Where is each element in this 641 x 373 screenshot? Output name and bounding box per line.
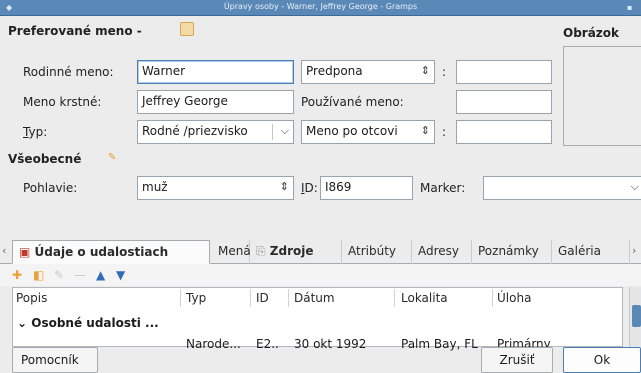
nickname-input[interactable] bbox=[456, 90, 552, 114]
spin-arrows-icon: ⇕ bbox=[420, 64, 430, 77]
col-header-popis[interactable]: Popis bbox=[16, 288, 47, 308]
col-header-datum[interactable]: Dátum bbox=[294, 288, 335, 308]
tab-events[interactable]: ▣ Údaje o udalostiach bbox=[12, 240, 210, 264]
surname-label: Rodinné meno: bbox=[23, 65, 114, 79]
type-label: Typ: bbox=[23, 125, 48, 139]
origin-colon: : bbox=[442, 125, 447, 139]
tab-scroll-left-icon[interactable]: ‹ bbox=[2, 244, 6, 257]
col-header-typ[interactable]: Typ bbox=[186, 288, 206, 308]
preferred-name-heading: Preferované meno - bbox=[8, 24, 142, 38]
share-icon[interactable]: ◧ bbox=[33, 268, 44, 282]
ok-button[interactable]: Ok bbox=[563, 347, 641, 373]
tab-sources[interactable]: ⎘ Zdroje bbox=[250, 240, 342, 264]
tab-attributes[interactable]: Atribúty bbox=[342, 240, 412, 264]
origin-value: Meno po otcovi bbox=[306, 124, 398, 138]
gender-value: muž bbox=[142, 180, 168, 194]
marker-label: Marker: bbox=[420, 181, 466, 195]
name-type-combo[interactable]: Rodné /priezvisko ⌵ bbox=[137, 120, 294, 144]
origin-combo[interactable]: Meno po otcovi ⇕ bbox=[301, 120, 435, 144]
spin-arrows-icon: ⇕ bbox=[279, 180, 289, 193]
help-button[interactable]: Pomocník bbox=[12, 347, 98, 373]
group-row[interactable]: ⌄ Osobné udalosti ... bbox=[17, 316, 159, 330]
tab-names[interactable]: Mená bbox=[212, 240, 251, 264]
tab-gallery-label: Galéria bbox=[558, 244, 601, 258]
id-input[interactable]: I869 bbox=[320, 176, 413, 200]
id-label: ID: bbox=[301, 181, 318, 195]
surname-input[interactable]: Warner bbox=[137, 60, 294, 84]
given-name-label: Meno krstné: bbox=[23, 95, 102, 109]
prefix-placeholder: Predpona bbox=[306, 64, 363, 78]
gender-label: Pohlavie: bbox=[23, 181, 78, 195]
photo-frame[interactable] bbox=[563, 46, 641, 146]
move-up-icon[interactable]: ▲ bbox=[96, 268, 105, 282]
cancel-button[interactable]: Zrušiť bbox=[481, 347, 553, 373]
chevron-down-icon: ⌵ bbox=[280, 124, 289, 137]
tab-gallery[interactable]: Galéria bbox=[552, 240, 630, 264]
gender-combo[interactable]: muž ⇕ bbox=[137, 176, 294, 200]
nickname-label: Používané meno: bbox=[301, 95, 404, 109]
remove-icon[interactable]: — bbox=[74, 268, 86, 282]
source-icon: ⎘ bbox=[256, 244, 266, 258]
prefix-input[interactable] bbox=[456, 60, 552, 84]
tab-notes[interactable]: Poznámky bbox=[472, 240, 552, 264]
window-menu-icon[interactable]: ▪ bbox=[627, 3, 635, 12]
col-header-uloha[interactable]: Úloha bbox=[497, 288, 531, 308]
col-header-lokalita[interactable]: Lokalita bbox=[401, 288, 448, 308]
event-id-cell[interactable]: E2.. bbox=[256, 337, 279, 351]
event-icon: ▣ bbox=[19, 245, 31, 259]
tab-addresses-label: Adresy bbox=[418, 244, 460, 258]
tab-addresses[interactable]: Adresy bbox=[412, 240, 472, 264]
group-label: Osobné udalosti ... bbox=[31, 316, 159, 330]
edit-general-icon[interactable]: ✎ bbox=[108, 152, 118, 163]
expander-icon: ⌄ bbox=[17, 316, 28, 330]
edit-name-icon[interactable] bbox=[180, 22, 194, 36]
events-scrollbar[interactable] bbox=[629, 287, 641, 347]
scrollbar-thumb[interactable] bbox=[632, 305, 641, 327]
given-name-input[interactable]: Jeffrey George bbox=[137, 90, 294, 114]
event-place-cell[interactable]: Palm Bay, FL bbox=[401, 337, 478, 351]
tab-events-label: Údaje o udalostiach bbox=[34, 245, 169, 259]
add-icon[interactable]: ✚ bbox=[12, 268, 22, 282]
tab-notes-label: Poznámky bbox=[478, 244, 539, 258]
marker-combo[interactable]: ⌵ bbox=[483, 176, 641, 200]
tab-sources-label: Zdroje bbox=[269, 244, 314, 258]
name-type-value: Rodné /priezvisko bbox=[142, 124, 248, 138]
move-down-icon[interactable]: ▼ bbox=[116, 268, 125, 282]
image-heading: Obrázok bbox=[563, 26, 620, 40]
event-type-cell[interactable]: Narode... bbox=[186, 337, 241, 351]
prefix-colon: : bbox=[442, 65, 447, 79]
tab-scroll-right-icon[interactable]: › bbox=[632, 244, 636, 257]
origin-extra-input[interactable] bbox=[456, 120, 552, 144]
event-date-cell[interactable]: 30 okt 1992 bbox=[294, 337, 366, 351]
col-header-id[interactable]: ID bbox=[256, 288, 269, 308]
tab-names-label: Mená bbox=[218, 244, 251, 258]
general-heading: Všeobecné bbox=[8, 152, 82, 166]
window-title: Úpravy osoby - Warner, Jeffrey George - … bbox=[223, 2, 418, 11]
title-bar: ◆ Úpravy osoby - Warner, Jeffrey George … bbox=[0, 0, 641, 16]
edit-icon[interactable]: ✎ bbox=[54, 268, 64, 282]
spin-arrows-icon: ⇕ bbox=[420, 124, 430, 137]
tab-attributes-label: Atribúty bbox=[348, 244, 396, 258]
prefix-combo[interactable]: Predpona ⇕ bbox=[301, 60, 435, 84]
chevron-down-icon: ⌵ bbox=[630, 180, 639, 193]
